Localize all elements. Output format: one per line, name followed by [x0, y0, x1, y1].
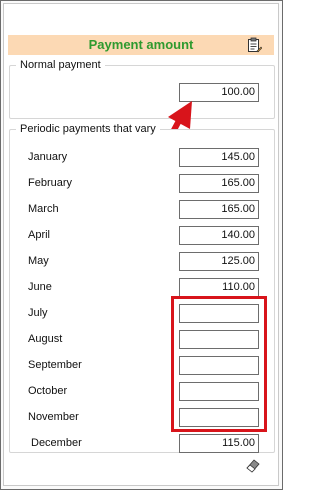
- month-field-may[interactable]: 125.00: [179, 252, 259, 271]
- month-field-june[interactable]: 110.00: [179, 278, 259, 297]
- month-label-september: September: [28, 359, 82, 371]
- empty-months-highlight: [171, 296, 267, 432]
- month-field-march[interactable]: 165.00: [179, 200, 259, 219]
- month-label-february: February: [28, 177, 73, 189]
- month-field-december[interactable]: 115.00: [179, 434, 259, 453]
- month-label-april: April: [28, 229, 51, 241]
- month-label-may: May: [28, 255, 49, 267]
- payment-amount-header: Payment amount: [8, 35, 274, 55]
- month-label-july: July: [28, 307, 48, 319]
- normal-payment-title: Normal payment: [16, 58, 105, 72]
- clipboard-edit-icon[interactable]: [246, 37, 262, 53]
- month-label-march: March: [28, 203, 59, 215]
- month-label-august: August: [28, 333, 63, 345]
- month-label-june: June: [28, 281, 52, 293]
- month-label-december: December: [31, 437, 82, 449]
- month-label-october: October: [28, 385, 68, 397]
- month-field-january[interactable]: 145.00: [179, 148, 259, 167]
- header-title: Payment amount: [88, 37, 194, 52]
- month-label-november: November: [28, 411, 79, 423]
- periodic-payments-title: Periodic payments that vary: [16, 122, 160, 136]
- month-label-january: January: [28, 151, 68, 163]
- month-field-february[interactable]: 165.00: [179, 174, 259, 193]
- eraser-icon[interactable]: [245, 457, 261, 473]
- month-field-april[interactable]: 140.00: [179, 226, 259, 245]
